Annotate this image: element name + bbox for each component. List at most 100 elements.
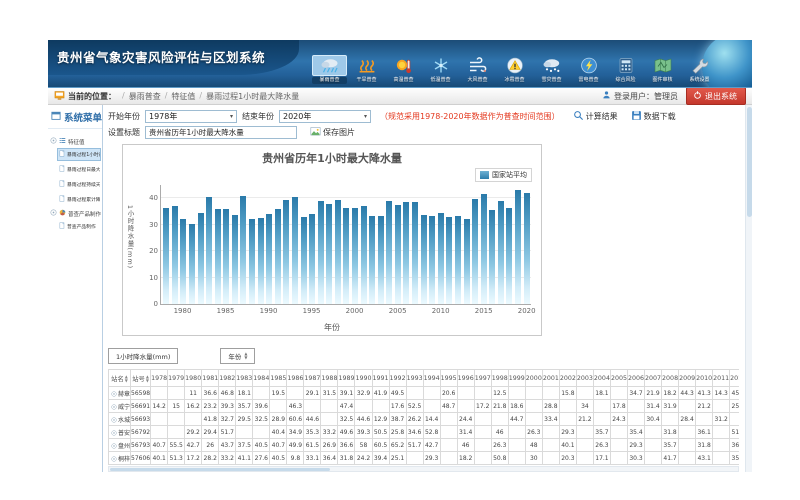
download-button[interactable]: 数据下载 bbox=[631, 110, 676, 123]
chart-legend[interactable]: 国家站平均 bbox=[475, 168, 532, 182]
column-header-year[interactable]: 1983 bbox=[236, 370, 253, 387]
column-header-year[interactable]: 2001 bbox=[542, 370, 559, 387]
sort-arrows-icon[interactable]: ▲▼ bbox=[146, 375, 149, 383]
station-name-cell[interactable]: 水城 bbox=[109, 413, 131, 426]
breadcrumb-item[interactable]: 暴雨普查 bbox=[129, 91, 161, 102]
column-header-id[interactable]: 站号▲▼ bbox=[131, 370, 151, 387]
station-name-cell[interactable]: 桐梓 bbox=[109, 452, 131, 465]
sidebar-item[interactable]: 暴雨过程日最大降水量 bbox=[57, 163, 101, 176]
expand-icon[interactable] bbox=[111, 417, 118, 424]
breadcrumb-item[interactable]: 特征值 bbox=[171, 91, 195, 102]
column-header-station[interactable]: 站名▲▼ bbox=[109, 370, 131, 387]
sidebar-item[interactable]: 暴雨过程1小时最大降水量 bbox=[57, 148, 101, 161]
table-row-56598[interactable]: 赫章565981136.646.818.119.529.131.539.132.… bbox=[109, 387, 740, 400]
nav-item-snow[interactable]: 雪灾普查 bbox=[533, 54, 570, 86]
vscroll-thumb[interactable] bbox=[747, 107, 752, 217]
column-header-year[interactable]: 1999 bbox=[508, 370, 525, 387]
column-header-year[interactable]: 2009 bbox=[679, 370, 696, 387]
column-header-year[interactable]: 1982 bbox=[219, 370, 236, 387]
sidebar-item[interactable]: 普查产品制作 bbox=[57, 220, 101, 233]
nav-item-risk[interactable]: 综合风险 bbox=[607, 54, 644, 86]
sidebar-group[interactable]: 特征值 bbox=[50, 137, 101, 146]
station-name-cell[interactable]: 赫章 bbox=[109, 387, 131, 400]
column-header-year[interactable]: 1990 bbox=[355, 370, 372, 387]
expand-icon[interactable] bbox=[50, 137, 57, 146]
column-header-year[interactable]: 2003 bbox=[576, 370, 593, 387]
breadcrumb-item[interactable]: 暴雨过程1小时最大降水量 bbox=[206, 91, 299, 102]
nav-item-settings[interactable]: 系统设置 bbox=[681, 54, 718, 86]
bar-1979 bbox=[172, 206, 178, 304]
column-header-year[interactable]: 1994 bbox=[423, 370, 440, 387]
column-header-year[interactable]: 1996 bbox=[457, 370, 474, 387]
y-axis-title: 1小时降水量(mm) bbox=[125, 205, 135, 269]
hscroll-thumb[interactable] bbox=[110, 468, 330, 471]
nav-item-label: 冰雹普查 bbox=[497, 77, 532, 84]
column-header-year[interactable]: 1984 bbox=[253, 370, 270, 387]
sidebar-item[interactable]: 暴雨过程累计降水量 bbox=[57, 193, 101, 206]
column-header-year[interactable]: 1987 bbox=[304, 370, 321, 387]
save-image-button[interactable]: 保存图片 bbox=[310, 126, 355, 139]
column-header-year[interactable]: 2002 bbox=[559, 370, 576, 387]
expand-icon[interactable] bbox=[111, 391, 118, 398]
chart-title-input[interactable] bbox=[145, 126, 297, 139]
horizontal-scrollbar[interactable] bbox=[108, 466, 739, 472]
column-header-year[interactable]: 2008 bbox=[662, 370, 679, 387]
sidebar-group[interactable]: 普查产品制作 bbox=[50, 209, 101, 218]
expand-icon[interactable] bbox=[111, 404, 118, 411]
nav-item-lightning[interactable]: 雷电普查 bbox=[570, 54, 607, 86]
nav-item-high-temp[interactable]: 高温普查 bbox=[385, 54, 422, 86]
end-year-select[interactable]: 2020年 ▾ bbox=[279, 110, 371, 123]
vertical-scrollbar[interactable] bbox=[745, 105, 752, 472]
nav-item-low-temp[interactable]: 低温普查 bbox=[422, 54, 459, 86]
year-filter-box[interactable]: 年份 ▲▼ bbox=[220, 348, 255, 364]
sidebar-item[interactable]: 暴雨过程持续天数 bbox=[57, 178, 101, 191]
expand-icon[interactable] bbox=[111, 430, 118, 437]
expand-icon[interactable] bbox=[111, 456, 118, 463]
column-header-year[interactable]: 2005 bbox=[610, 370, 627, 387]
column-header-year[interactable]: 1997 bbox=[474, 370, 491, 387]
column-header-year[interactable]: 1995 bbox=[440, 370, 457, 387]
sort-arrows-icon[interactable]: ▲▼ bbox=[125, 375, 128, 383]
column-header-year[interactable]: 1998 bbox=[491, 370, 508, 387]
column-header-year[interactable]: 1989 bbox=[338, 370, 355, 387]
column-header-year[interactable]: 1979 bbox=[168, 370, 185, 387]
expand-icon[interactable] bbox=[50, 209, 57, 218]
nav-item-hail[interactable]: 冰雹普查 bbox=[496, 54, 533, 86]
calculate-button[interactable]: 计算结果 bbox=[573, 110, 618, 123]
station-name-cell[interactable]: 盘州 bbox=[109, 439, 131, 452]
column-header-year[interactable]: 2010 bbox=[696, 370, 713, 387]
expand-icon[interactable] bbox=[111, 443, 118, 450]
column-header-year[interactable]: 1991 bbox=[372, 370, 389, 387]
column-header-year[interactable]: 2000 bbox=[525, 370, 542, 387]
station-name-cell[interactable]: 威宁 bbox=[109, 400, 131, 413]
table-row-57606[interactable]: 桐梓5760640.151.317.228.233.241.127.640.59… bbox=[109, 452, 740, 465]
end-year-label: 结束年份 bbox=[242, 111, 274, 122]
nav-item-wind[interactable]: 大风普查 bbox=[459, 54, 496, 86]
column-header-year[interactable]: 2006 bbox=[627, 370, 644, 387]
column-header-year[interactable]: 1985 bbox=[270, 370, 287, 387]
column-header-year[interactable]: 1992 bbox=[389, 370, 406, 387]
column-header-year[interactable]: 2012 bbox=[730, 370, 739, 387]
station-name-cell[interactable]: 普安 bbox=[109, 426, 131, 439]
nav-item-drought[interactable]: 干旱普查 bbox=[348, 54, 385, 86]
table-row-56693[interactable]: 水城5669341.832.729.532.528.960.644.632.54… bbox=[109, 413, 740, 426]
column-header-year[interactable]: 2007 bbox=[645, 370, 662, 387]
column-header-year[interactable]: 2004 bbox=[593, 370, 610, 387]
column-header-year[interactable]: 1980 bbox=[185, 370, 202, 387]
unit-filter-box[interactable]: 1小时降水量(mm) bbox=[108, 348, 178, 364]
column-header-year[interactable]: 1978 bbox=[151, 370, 168, 387]
column-header-year[interactable]: 1981 bbox=[202, 370, 219, 387]
high-temp-icon bbox=[386, 55, 421, 76]
table-row-56792[interactable]: 普安5679229.229.451.740.434.935.333.249.63… bbox=[109, 426, 740, 439]
column-header-year[interactable]: 2011 bbox=[713, 370, 730, 387]
sort-arrows-icon[interactable]: ▲▼ bbox=[244, 352, 247, 360]
start-year-select[interactable]: 1978年 ▾ bbox=[145, 110, 237, 123]
nav-item-map-review[interactable]: 图件审核 bbox=[644, 54, 681, 86]
column-header-year[interactable]: 1988 bbox=[321, 370, 338, 387]
column-header-year[interactable]: 1993 bbox=[406, 370, 423, 387]
column-header-year[interactable]: 1986 bbox=[287, 370, 304, 387]
logout-button[interactable]: 退出系统 bbox=[686, 87, 746, 105]
table-row-56793[interactable]: 盘州5679340.755.542.72643.737.540.540.749.… bbox=[109, 439, 740, 452]
nav-item-rainstorm[interactable]: 暴雨普查 bbox=[311, 54, 348, 86]
table-row-56691[interactable]: 威宁5669114.21516.223.239.335.739.646.347.… bbox=[109, 400, 740, 413]
